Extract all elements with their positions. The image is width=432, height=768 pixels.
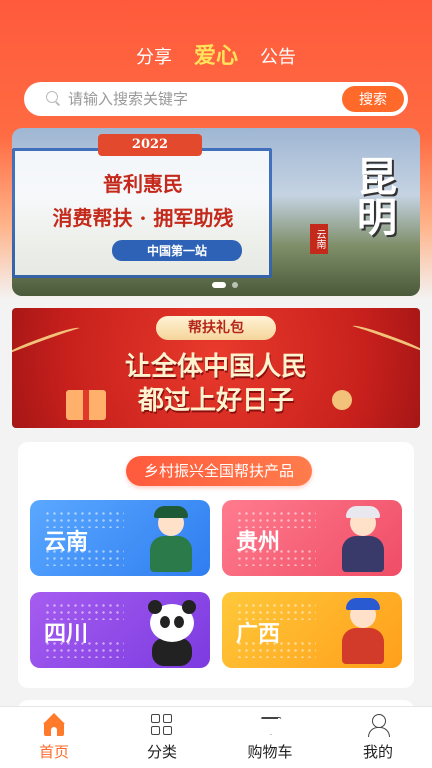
tab-notice[interactable]: 公告	[260, 43, 296, 69]
banner-province: 云南	[310, 224, 328, 254]
section-title: 乡村振兴全国帮扶产品	[126, 456, 312, 486]
banner-headline: 普利惠民	[103, 172, 183, 196]
region-sichuan[interactable]: 四川	[30, 592, 210, 668]
panda-icon	[140, 598, 202, 666]
gift-box-icon	[66, 390, 106, 420]
carousel-dot[interactable]	[232, 282, 238, 288]
banner-tagline: 中国第一站	[112, 240, 242, 261]
tab-cart[interactable]: 购物车	[216, 707, 324, 768]
diamond-cart-icon	[258, 713, 282, 737]
carousel-dot[interactable]	[212, 282, 226, 288]
banner-subheadline: 消费帮扶 · 拥军助残	[52, 206, 234, 230]
region-label: 贵州	[236, 529, 281, 555]
home-icon	[42, 713, 66, 737]
top-tabs: 分享 爱心 公告	[0, 38, 432, 70]
user-icon	[366, 713, 390, 737]
region-guangxi[interactable]: 广西	[222, 592, 402, 668]
gift-banner-tag: 帮扶礼包	[156, 316, 276, 340]
banner-year: 2022	[98, 134, 202, 156]
tab-home[interactable]: 首页	[0, 707, 108, 768]
tab-share[interactable]: 分享	[136, 43, 172, 69]
bottom-tabbar: 首页 分类 购物车 我的	[0, 706, 432, 768]
carousel-indicator[interactable]	[212, 282, 238, 288]
banner-city: 昆明	[350, 156, 397, 236]
gift-banner[interactable]: 帮扶礼包 让全体中国人民 都过上好日子	[12, 308, 420, 428]
gift-banner-line1: 让全体中国人民	[124, 352, 307, 382]
region-label: 广西	[236, 621, 281, 647]
category-grid-icon	[150, 713, 174, 737]
guangxi-figure-icon	[332, 598, 394, 666]
region-yunnan[interactable]: 云南	[30, 500, 210, 576]
search-icon	[44, 89, 64, 109]
tab-label: 分类	[146, 743, 177, 761]
search-button[interactable]: 搜索	[342, 86, 404, 112]
tab-label: 首页	[38, 743, 69, 761]
search-bar: 搜索	[24, 82, 408, 116]
tab-label: 购物车	[247, 743, 293, 761]
main-banner[interactable]: 2022 普利惠民 消费帮扶 · 拥军助残 中国第一站 昆明 云南	[12, 128, 420, 296]
tab-label: 我的	[362, 743, 393, 761]
yunnan-figure-icon	[140, 506, 202, 574]
region-label: 四川	[44, 621, 89, 647]
region-label: 云南	[44, 529, 89, 555]
rural-revitalization-card: 乡村振兴全国帮扶产品 云南 贵州 四川 广西	[18, 442, 414, 688]
guizhou-figure-icon	[332, 506, 394, 574]
search-input[interactable]	[68, 90, 342, 108]
tab-category[interactable]: 分类	[108, 707, 216, 768]
tab-love[interactable]: 爱心	[194, 38, 238, 70]
region-guizhou[interactable]: 贵州	[222, 500, 402, 576]
ornament-decoration	[332, 390, 352, 410]
tab-mine[interactable]: 我的	[324, 707, 432, 768]
